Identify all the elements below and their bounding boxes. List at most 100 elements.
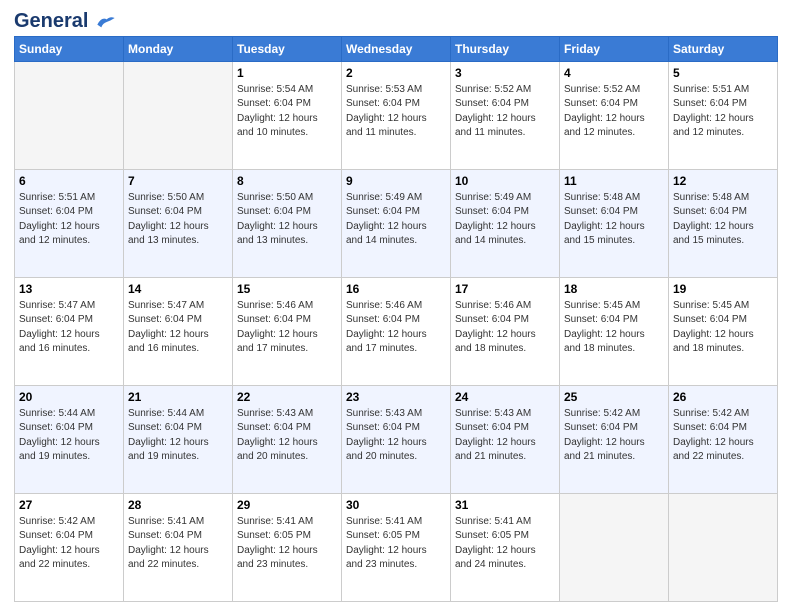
- day-info: Sunrise: 5:44 AM Sunset: 6:04 PM Dayligh…: [19, 407, 119, 465]
- weekday-header-tuesday: Tuesday: [233, 37, 342, 62]
- day-info: Sunrise: 5:46 AM Sunset: 6:04 PM Dayligh…: [346, 299, 446, 357]
- calendar-cell: 21Sunrise: 5:44 AM Sunset: 6:04 PM Dayli…: [124, 386, 233, 494]
- day-info: Sunrise: 5:45 AM Sunset: 6:04 PM Dayligh…: [564, 299, 664, 357]
- day-number: 5: [673, 65, 773, 82]
- day-number: 1: [237, 65, 337, 82]
- day-info: Sunrise: 5:49 AM Sunset: 6:04 PM Dayligh…: [346, 191, 446, 249]
- day-number: 14: [128, 281, 228, 298]
- day-info: Sunrise: 5:51 AM Sunset: 6:04 PM Dayligh…: [19, 191, 119, 249]
- calendar-cell: 27Sunrise: 5:42 AM Sunset: 6:04 PM Dayli…: [15, 494, 124, 602]
- calendar-cell: 3Sunrise: 5:52 AM Sunset: 6:04 PM Daylig…: [451, 62, 560, 170]
- calendar-cell: 15Sunrise: 5:46 AM Sunset: 6:04 PM Dayli…: [233, 278, 342, 386]
- calendar-cell: 10Sunrise: 5:49 AM Sunset: 6:04 PM Dayli…: [451, 170, 560, 278]
- day-info: Sunrise: 5:47 AM Sunset: 6:04 PM Dayligh…: [19, 299, 119, 357]
- weekday-header-wednesday: Wednesday: [342, 37, 451, 62]
- calendar-cell: 8Sunrise: 5:50 AM Sunset: 6:04 PM Daylig…: [233, 170, 342, 278]
- calendar-cell: 25Sunrise: 5:42 AM Sunset: 6:04 PM Dayli…: [560, 386, 669, 494]
- calendar-cell: 6Sunrise: 5:51 AM Sunset: 6:04 PM Daylig…: [15, 170, 124, 278]
- calendar-cell: 29Sunrise: 5:41 AM Sunset: 6:05 PM Dayli…: [233, 494, 342, 602]
- day-number: 24: [455, 389, 555, 406]
- calendar-cell: 14Sunrise: 5:47 AM Sunset: 6:04 PM Dayli…: [124, 278, 233, 386]
- day-number: 20: [19, 389, 119, 406]
- day-info: Sunrise: 5:46 AM Sunset: 6:04 PM Dayligh…: [237, 299, 337, 357]
- day-number: 9: [346, 173, 446, 190]
- calendar-cell: [15, 62, 124, 170]
- day-number: 19: [673, 281, 773, 298]
- day-info: Sunrise: 5:52 AM Sunset: 6:04 PM Dayligh…: [564, 83, 664, 141]
- day-info: Sunrise: 5:48 AM Sunset: 6:04 PM Dayligh…: [564, 191, 664, 249]
- day-info: Sunrise: 5:41 AM Sunset: 6:04 PM Dayligh…: [128, 515, 228, 573]
- day-number: 3: [455, 65, 555, 82]
- weekday-header-monday: Monday: [124, 37, 233, 62]
- calendar-cell: 20Sunrise: 5:44 AM Sunset: 6:04 PM Dayli…: [15, 386, 124, 494]
- day-number: 21: [128, 389, 228, 406]
- day-info: Sunrise: 5:47 AM Sunset: 6:04 PM Dayligh…: [128, 299, 228, 357]
- calendar-table: SundayMondayTuesdayWednesdayThursdayFrid…: [14, 36, 778, 602]
- day-number: 25: [564, 389, 664, 406]
- day-info: Sunrise: 5:50 AM Sunset: 6:04 PM Dayligh…: [128, 191, 228, 249]
- day-info: Sunrise: 5:42 AM Sunset: 6:04 PM Dayligh…: [673, 407, 773, 465]
- day-number: 4: [564, 65, 664, 82]
- weekday-header-saturday: Saturday: [669, 37, 778, 62]
- weekday-header-thursday: Thursday: [451, 37, 560, 62]
- calendar-cell: 1Sunrise: 5:54 AM Sunset: 6:04 PM Daylig…: [233, 62, 342, 170]
- logo-bird-icon: [96, 15, 116, 29]
- calendar-cell: 9Sunrise: 5:49 AM Sunset: 6:04 PM Daylig…: [342, 170, 451, 278]
- weekday-header-sunday: Sunday: [15, 37, 124, 62]
- calendar-cell: 24Sunrise: 5:43 AM Sunset: 6:04 PM Dayli…: [451, 386, 560, 494]
- weekday-header-friday: Friday: [560, 37, 669, 62]
- calendar-cell: 5Sunrise: 5:51 AM Sunset: 6:04 PM Daylig…: [669, 62, 778, 170]
- calendar-cell: 17Sunrise: 5:46 AM Sunset: 6:04 PM Dayli…: [451, 278, 560, 386]
- calendar-cell: 12Sunrise: 5:48 AM Sunset: 6:04 PM Dayli…: [669, 170, 778, 278]
- day-number: 16: [346, 281, 446, 298]
- day-info: Sunrise: 5:46 AM Sunset: 6:04 PM Dayligh…: [455, 299, 555, 357]
- day-number: 30: [346, 497, 446, 514]
- calendar-cell: 7Sunrise: 5:50 AM Sunset: 6:04 PM Daylig…: [124, 170, 233, 278]
- calendar-week-5: 27Sunrise: 5:42 AM Sunset: 6:04 PM Dayli…: [15, 494, 778, 602]
- day-info: Sunrise: 5:49 AM Sunset: 6:04 PM Dayligh…: [455, 191, 555, 249]
- calendar-week-1: 1Sunrise: 5:54 AM Sunset: 6:04 PM Daylig…: [15, 62, 778, 170]
- day-info: Sunrise: 5:45 AM Sunset: 6:04 PM Dayligh…: [673, 299, 773, 357]
- calendar-cell: 11Sunrise: 5:48 AM Sunset: 6:04 PM Dayli…: [560, 170, 669, 278]
- day-number: 26: [673, 389, 773, 406]
- day-number: 28: [128, 497, 228, 514]
- day-number: 23: [346, 389, 446, 406]
- calendar-cell: 28Sunrise: 5:41 AM Sunset: 6:04 PM Dayli…: [124, 494, 233, 602]
- calendar-cell: 19Sunrise: 5:45 AM Sunset: 6:04 PM Dayli…: [669, 278, 778, 386]
- day-info: Sunrise: 5:43 AM Sunset: 6:04 PM Dayligh…: [237, 407, 337, 465]
- day-info: Sunrise: 5:52 AM Sunset: 6:04 PM Dayligh…: [455, 83, 555, 141]
- day-number: 17: [455, 281, 555, 298]
- weekday-header-row: SundayMondayTuesdayWednesdayThursdayFrid…: [15, 37, 778, 62]
- day-number: 12: [673, 173, 773, 190]
- day-number: 18: [564, 281, 664, 298]
- day-number: 22: [237, 389, 337, 406]
- calendar-cell: 23Sunrise: 5:43 AM Sunset: 6:04 PM Dayli…: [342, 386, 451, 494]
- day-info: Sunrise: 5:50 AM Sunset: 6:04 PM Dayligh…: [237, 191, 337, 249]
- calendar-cell: 16Sunrise: 5:46 AM Sunset: 6:04 PM Dayli…: [342, 278, 451, 386]
- calendar-cell: 18Sunrise: 5:45 AM Sunset: 6:04 PM Dayli…: [560, 278, 669, 386]
- calendar-header: SundayMondayTuesdayWednesdayThursdayFrid…: [15, 37, 778, 62]
- day-number: 10: [455, 173, 555, 190]
- calendar-cell: [669, 494, 778, 602]
- logo: General: [14, 10, 116, 30]
- calendar-cell: [124, 62, 233, 170]
- calendar-cell: 31Sunrise: 5:41 AM Sunset: 6:05 PM Dayli…: [451, 494, 560, 602]
- day-info: Sunrise: 5:41 AM Sunset: 6:05 PM Dayligh…: [237, 515, 337, 573]
- calendar-cell: 30Sunrise: 5:41 AM Sunset: 6:05 PM Dayli…: [342, 494, 451, 602]
- day-info: Sunrise: 5:43 AM Sunset: 6:04 PM Dayligh…: [455, 407, 555, 465]
- page: General SundayMondayTuesdayWednesdayThur…: [0, 0, 792, 612]
- day-number: 11: [564, 173, 664, 190]
- day-number: 2: [346, 65, 446, 82]
- day-info: Sunrise: 5:43 AM Sunset: 6:04 PM Dayligh…: [346, 407, 446, 465]
- day-number: 15: [237, 281, 337, 298]
- calendar-cell: 2Sunrise: 5:53 AM Sunset: 6:04 PM Daylig…: [342, 62, 451, 170]
- day-info: Sunrise: 5:54 AM Sunset: 6:04 PM Dayligh…: [237, 83, 337, 141]
- day-number: 7: [128, 173, 228, 190]
- day-info: Sunrise: 5:48 AM Sunset: 6:04 PM Dayligh…: [673, 191, 773, 249]
- day-number: 8: [237, 173, 337, 190]
- calendar-cell: [560, 494, 669, 602]
- calendar-cell: 13Sunrise: 5:47 AM Sunset: 6:04 PM Dayli…: [15, 278, 124, 386]
- header: General: [14, 10, 778, 30]
- day-info: Sunrise: 5:41 AM Sunset: 6:05 PM Dayligh…: [346, 515, 446, 573]
- day-info: Sunrise: 5:42 AM Sunset: 6:04 PM Dayligh…: [19, 515, 119, 573]
